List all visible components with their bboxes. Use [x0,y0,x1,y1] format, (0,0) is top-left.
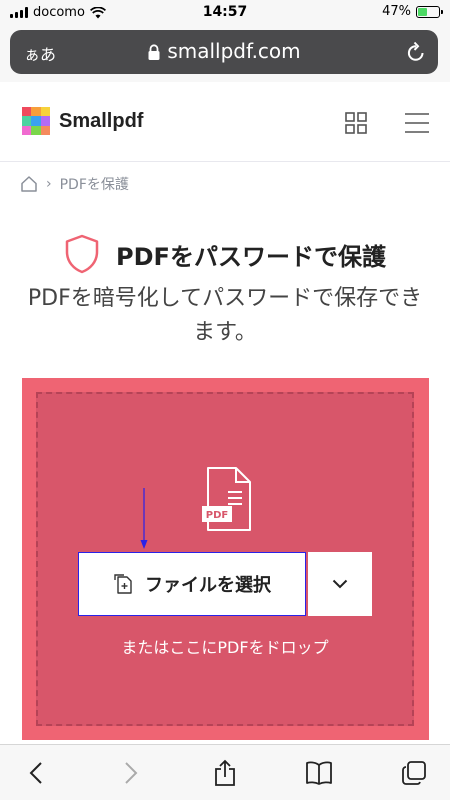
logo-cell [22,116,32,126]
chevron-right-icon [125,762,138,784]
status-bar: docomo 14:57 47% [0,0,450,24]
book-icon [306,761,332,785]
forward-button[interactable] [117,759,145,787]
logo-cell [22,125,32,135]
chevron-left-icon [29,762,42,784]
battery-percent: 47% [382,4,411,19]
logo-cell [31,125,41,135]
tabs-icon [402,761,426,785]
drop-hint: またはここにPDFをドロップ [121,638,329,657]
site-header: Smallpdf [0,82,450,162]
page-title: PDFをパスワードで保護 [116,242,386,271]
logo-cell [40,125,50,135]
shield-icon [65,234,99,274]
breadcrumb: › PDFを保護 [20,174,129,194]
home-icon[interactable] [20,175,38,193]
logo-cell [31,116,41,126]
annotation-arrow-icon [140,488,148,549]
back-button[interactable] [22,759,50,787]
url-display[interactable]: smallpdf.com [10,39,438,63]
pdf-icon-label: PDF [206,510,228,521]
title-row: PDFをパスワードで保護 [0,234,450,274]
pdf-file-icon: PDF [202,467,251,531]
browser-address-area: ぁあ smallpdf.com [0,24,450,82]
chevron-down-icon [332,579,348,589]
apps-grid-icon[interactable] [345,112,367,134]
url-text: smallpdf.com [167,39,301,63]
share-icon [215,759,235,786]
tabs-button[interactable] [400,759,428,787]
add-file-icon [114,574,132,594]
upload-options-button[interactable] [308,552,372,616]
browser-toolbar [0,744,450,800]
page-subtitle: PDFを暗号化してパスワードで保存できます。 [27,286,423,345]
logo-cell [40,107,50,117]
file-dropzone[interactable]: PDF ファイルを選択 またはここにPDFをドロップ [22,378,429,740]
dropzone-inner[interactable]: PDF ファイルを選択 またはここにPDFをドロップ [36,392,414,726]
battery-icon [416,5,443,18]
logo-mark [22,107,50,135]
lock-icon [148,44,160,60]
breadcrumb-separator: › [46,176,52,192]
logo[interactable]: Smallpdf [22,107,143,135]
choose-file-button[interactable]: ファイルを選択 [78,552,306,616]
reload-icon[interactable] [406,41,426,63]
logo-cell [40,116,50,126]
logo-cell [22,107,32,117]
choose-file-label: ファイルを選択 [145,575,271,596]
address-bar[interactable]: ぁあ smallpdf.com [10,30,438,74]
share-button[interactable] [211,759,239,787]
status-right: 47% [382,4,443,19]
hamburger-menu-icon[interactable] [405,112,429,134]
brand-name: Smallpdf [59,109,144,132]
battery-fill [418,7,428,16]
bookmarks-button[interactable] [305,759,333,787]
logo-cell [31,107,41,117]
breadcrumb-current: PDFを保護 [59,177,129,193]
